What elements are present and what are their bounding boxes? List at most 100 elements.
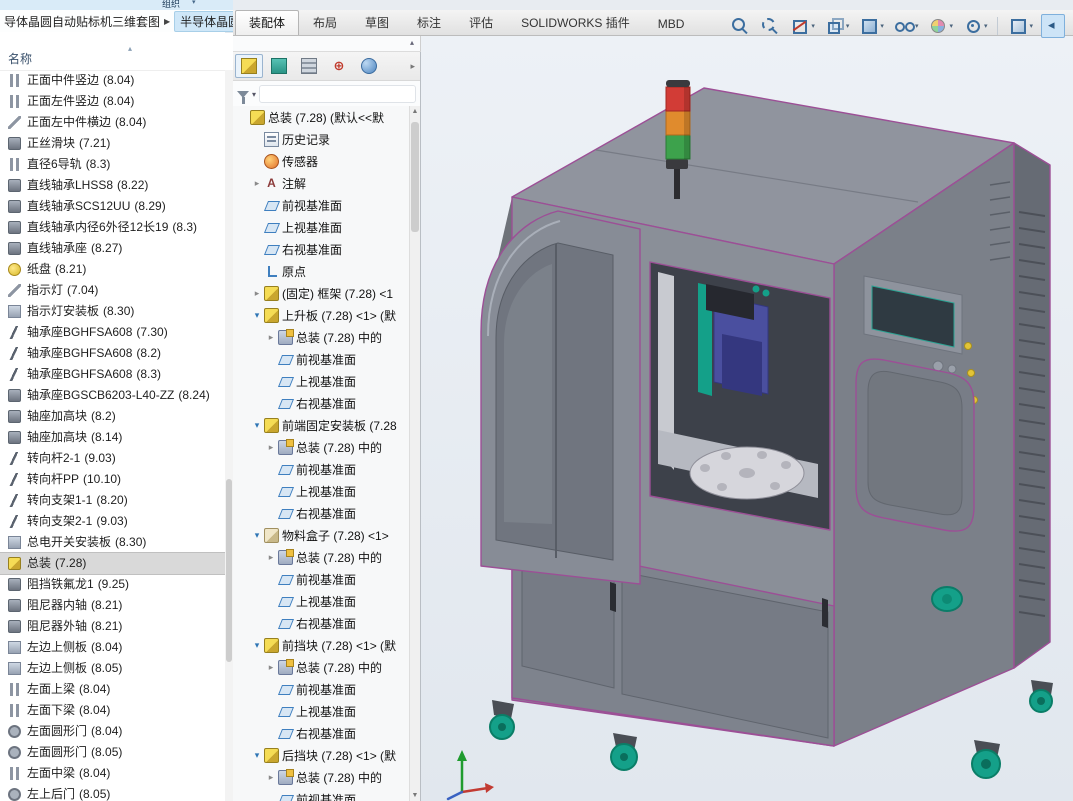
- tree-item[interactable]: 前视基准面: [233, 568, 409, 590]
- dropdown-caret-icon[interactable]: ▾: [1029, 22, 1033, 30]
- tree-item[interactable]: ▾后挡块 (7.28) <1> (默: [233, 744, 409, 766]
- file-item[interactable]: 左边上侧板(8.05): [0, 658, 225, 679]
- file-item[interactable]: 正面左中件横边(8.04): [0, 112, 225, 133]
- scroll-up-icon[interactable]: ▲: [410, 108, 420, 115]
- tree-item[interactable]: ▸总装 (7.28) 中的: [233, 546, 409, 568]
- configurationmanager-tab[interactable]: [295, 54, 323, 78]
- file-item[interactable]: 左面圆形门(8.04): [0, 721, 225, 742]
- file-item[interactable]: 左面上梁(8.04): [0, 679, 225, 700]
- expand-arrow-icon[interactable]: ▸: [265, 662, 277, 673]
- file-item[interactable]: 转向杆PP(10.10): [0, 469, 225, 490]
- expand-arrow-icon[interactable]: ▾: [251, 530, 263, 541]
- filter-caret-icon[interactable]: ▾: [252, 90, 256, 99]
- file-item[interactable]: 正面左件竖边(8.04): [0, 91, 225, 112]
- tab-布局[interactable]: 布局: [299, 10, 351, 35]
- expand-arrow-icon[interactable]: ▸: [251, 178, 263, 189]
- sort-arrow-icon[interactable]: ▴: [128, 44, 132, 53]
- tree-item[interactable]: 前视基准面: [233, 194, 409, 216]
- view-settings-button[interactable]: ▾: [961, 14, 990, 38]
- zoom-to-fit-button[interactable]: [728, 14, 752, 38]
- file-item[interactable]: 左面中梁(8.04): [0, 763, 225, 784]
- explorer-scrollbar-thumb[interactable]: [226, 479, 232, 662]
- file-item[interactable]: 轴承座BGSCB6203-L40-ZZ(8.24): [0, 385, 225, 406]
- tree-item[interactable]: ▸(固定) 框架 (7.28) <1: [233, 282, 409, 304]
- file-item[interactable]: 转向杆2-1(9.03): [0, 448, 225, 469]
- tree-scrollbar-thumb[interactable]: [411, 122, 419, 232]
- tree-item[interactable]: ▸总装 (7.28) 中的: [233, 656, 409, 678]
- file-item[interactable]: 指示灯安装板(8.30): [0, 301, 225, 322]
- dropdown-caret-icon[interactable]: ▾: [915, 22, 919, 30]
- dropdown-caret-icon[interactable]: ▾: [984, 22, 988, 30]
- file-item[interactable]: 总电开关安装板(8.30): [0, 532, 225, 553]
- file-item[interactable]: 正丝滑块(7.21): [0, 133, 225, 154]
- dropdown-caret-icon[interactable]: ▾: [811, 22, 815, 30]
- file-item[interactable]: 轴座加高块(8.2): [0, 406, 225, 427]
- tree-item[interactable]: 上视基准面: [233, 590, 409, 612]
- file-item[interactable]: 直线轴承SCS12UU(8.29): [0, 196, 225, 217]
- expand-arrow-icon[interactable]: ▸: [265, 332, 277, 343]
- featuremanager-toggle-button[interactable]: [1041, 14, 1065, 38]
- tree-item[interactable]: 上视基准面: [233, 480, 409, 502]
- propertymanager-tab[interactable]: [265, 54, 293, 78]
- display-pane-button[interactable]: ▾: [1006, 14, 1035, 38]
- expand-arrow-icon[interactable]: ▾: [251, 420, 263, 431]
- tree-item[interactable]: ▸总装 (7.28) 中的: [233, 436, 409, 458]
- featuremanager-tab[interactable]: [235, 54, 263, 78]
- breadcrumb-current[interactable]: 半导体晶圆: [174, 11, 233, 32]
- tree-item[interactable]: 历史记录: [233, 128, 409, 150]
- file-item[interactable]: 轴承座BGHFSA608(7.30): [0, 322, 225, 343]
- dimxpertmanager-tab[interactable]: ⊕: [325, 54, 353, 78]
- file-item[interactable]: 直线轴承LHSS8(8.22): [0, 175, 225, 196]
- hide-show-items-button[interactable]: ▾: [892, 14, 921, 38]
- tree-item[interactable]: ▸总装 (7.28) 中的: [233, 326, 409, 348]
- display-style-button[interactable]: ▾: [857, 14, 886, 38]
- breadcrumb-arrow-icon[interactable]: ▶: [164, 17, 170, 26]
- tree-item[interactable]: 上视基准面: [233, 216, 409, 238]
- organize-menu[interactable]: 组织: [162, 0, 180, 10]
- displaymanager-tab[interactable]: [355, 54, 383, 78]
- file-item[interactable]: 左上后门(8.05): [0, 784, 225, 801]
- expand-arrow-icon[interactable]: ▾: [251, 640, 263, 651]
- tree-item[interactable]: 传感器: [233, 150, 409, 172]
- name-column-header[interactable]: 名称: [8, 50, 32, 67]
- tree-item[interactable]: 前视基准面: [233, 458, 409, 480]
- expand-arrow-icon[interactable]: ▸: [251, 288, 263, 299]
- file-item[interactable]: 轴承座BGHFSA608(8.2): [0, 343, 225, 364]
- dropdown-caret-icon[interactable]: ▾: [880, 22, 884, 30]
- tree-item[interactable]: ▾前端固定安装板 (7.28: [233, 414, 409, 436]
- file-item[interactable]: 轴承座BGHFSA608(8.3): [0, 364, 225, 385]
- file-item[interactable]: 直径6导轨(8.3): [0, 154, 225, 175]
- expand-arrow-icon[interactable]: ▸: [265, 552, 277, 563]
- tree-item[interactable]: 前视基准面: [233, 788, 409, 801]
- view-orientation-button[interactable]: ▾: [823, 14, 852, 38]
- tree-item[interactable]: 右视基准面: [233, 392, 409, 414]
- file-item[interactable]: 轴座加高块(8.14): [0, 427, 225, 448]
- expand-arrow-icon[interactable]: ▾: [251, 310, 263, 321]
- tree-item[interactable]: 前视基准面: [233, 678, 409, 700]
- organize-caret-icon[interactable]: ▾: [192, 0, 196, 6]
- tree-item[interactable]: 原点: [233, 260, 409, 282]
- file-item[interactable]: 阻挡铁氟龙1(9.25): [0, 574, 225, 595]
- filter-funnel-icon[interactable]: [237, 91, 249, 98]
- dropdown-caret-icon[interactable]: ▾: [846, 22, 850, 30]
- file-item[interactable]: 左面下梁(8.04): [0, 700, 225, 721]
- file-item[interactable]: 纸盘(8.21): [0, 259, 225, 280]
- file-item[interactable]: 直线轴承内径6外径12长19(8.3): [0, 217, 225, 238]
- dropdown-caret-icon[interactable]: ▾: [949, 22, 953, 30]
- tabs-overflow-icon[interactable]: ▸: [410, 61, 418, 72]
- tab-标注[interactable]: 标注: [403, 10, 455, 35]
- tab-MBD[interactable]: MBD: [644, 13, 699, 35]
- zoom-to-area-button[interactable]: [758, 14, 782, 38]
- tab-评估[interactable]: 评估: [455, 10, 507, 35]
- tree-item[interactable]: ▾上升板 (7.28) <1> (默: [233, 304, 409, 326]
- expand-arrow-icon[interactable]: ▾: [251, 750, 263, 761]
- file-item[interactable]: 直线轴承座(8.27): [0, 238, 225, 259]
- expand-arrow-icon[interactable]: ▸: [265, 442, 277, 453]
- file-item[interactable]: 转向支架1-1(8.20): [0, 490, 225, 511]
- file-item[interactable]: 转向支架2-1(9.03): [0, 511, 225, 532]
- file-item[interactable]: 指示灯(7.04): [0, 280, 225, 301]
- file-item[interactable]: 阻尼器外轴(8.21): [0, 616, 225, 637]
- edit-appearance-button[interactable]: ▾: [926, 14, 955, 38]
- tree-item[interactable]: ▾前挡块 (7.28) <1> (默: [233, 634, 409, 656]
- tree-scrollbar[interactable]: ▲ ▼: [409, 106, 420, 801]
